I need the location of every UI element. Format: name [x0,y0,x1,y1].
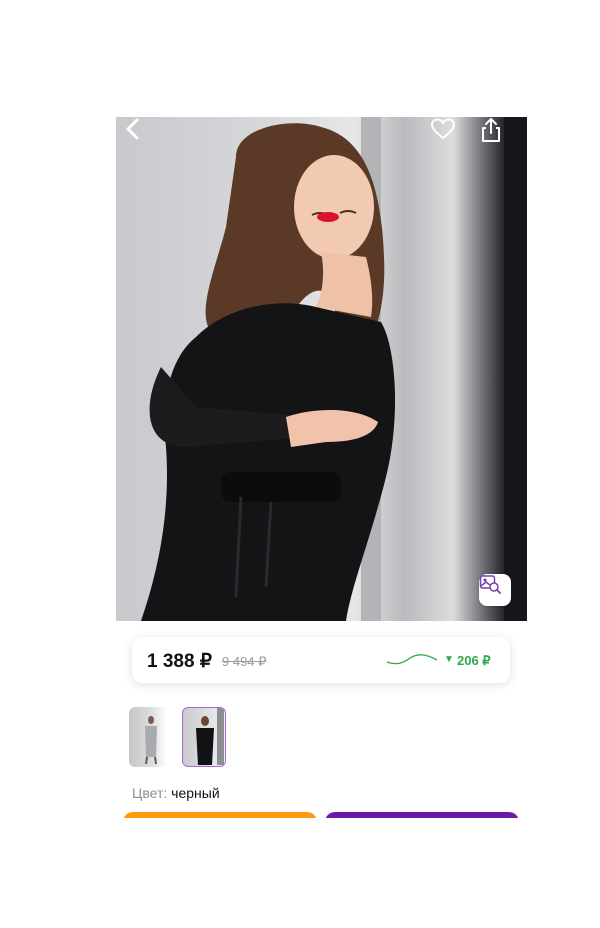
color-label: Цвет: [132,785,168,801]
product-photo-illustration [141,117,527,621]
color-thumbnail-black[interactable] [182,707,226,767]
image-search-icon [479,575,501,594]
old-price: 9 494 ₽ [222,654,267,669]
color-thumbnail-grey[interactable] [129,707,173,767]
product-page: 1 388 ₽ 9 494 ₽ ▼ 206 ₽ Цвет: черный [0,0,600,928]
back-button[interactable] [124,117,168,153]
bottom-cutoff [116,818,527,830]
share-button[interactable] [480,117,524,153]
product-photo[interactable] [116,117,527,621]
price-drop-value: 206 ₽ [457,653,491,668]
price-drop-arrow-icon: ▼ [444,654,454,665]
color-value: черный [171,785,220,801]
chevron-left-icon [126,118,139,140]
share-icon [482,118,500,142]
color-info: Цвет: черный [132,785,220,801]
image-search-button[interactable] [479,574,511,606]
thumbnail-image [145,716,157,765]
thumbnail-image [196,708,224,765]
favorite-button[interactable] [430,117,474,153]
price-card[interactable]: 1 388 ₽ 9 494 ₽ ▼ 206 ₽ [132,637,510,683]
price-trend-icon [386,654,438,665]
heart-icon [430,118,456,140]
current-price: 1 388 ₽ [147,651,212,672]
